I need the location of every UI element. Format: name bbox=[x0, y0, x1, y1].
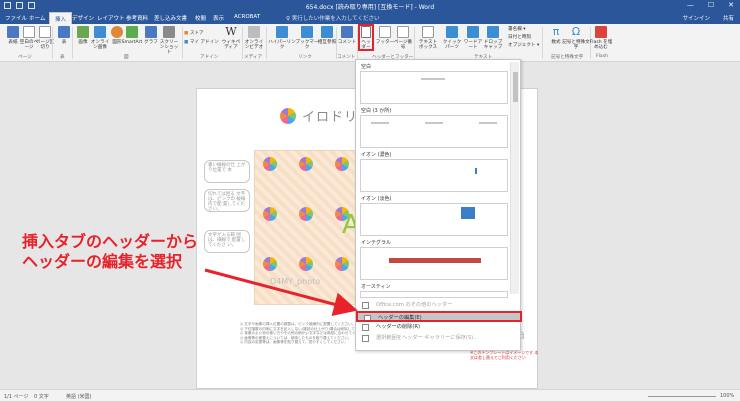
word-window: 654.docx [読み取り専用] [互換モード] - Word — ☐ ✕ フ… bbox=[0, 0, 740, 401]
page-count[interactable]: 1/1 ページ bbox=[4, 393, 29, 400]
status-bar: 1/1 ページ 0 文字 英語 (米国) 100% bbox=[0, 389, 740, 401]
proofing-language[interactable]: 英語 (米国) bbox=[66, 393, 92, 400]
annotation-arrow bbox=[204, 268, 358, 316]
zoom-slider[interactable] bbox=[648, 396, 716, 397]
zoom-level[interactable]: 100% bbox=[720, 393, 734, 399]
word-count[interactable]: 0 文字 bbox=[34, 393, 49, 400]
